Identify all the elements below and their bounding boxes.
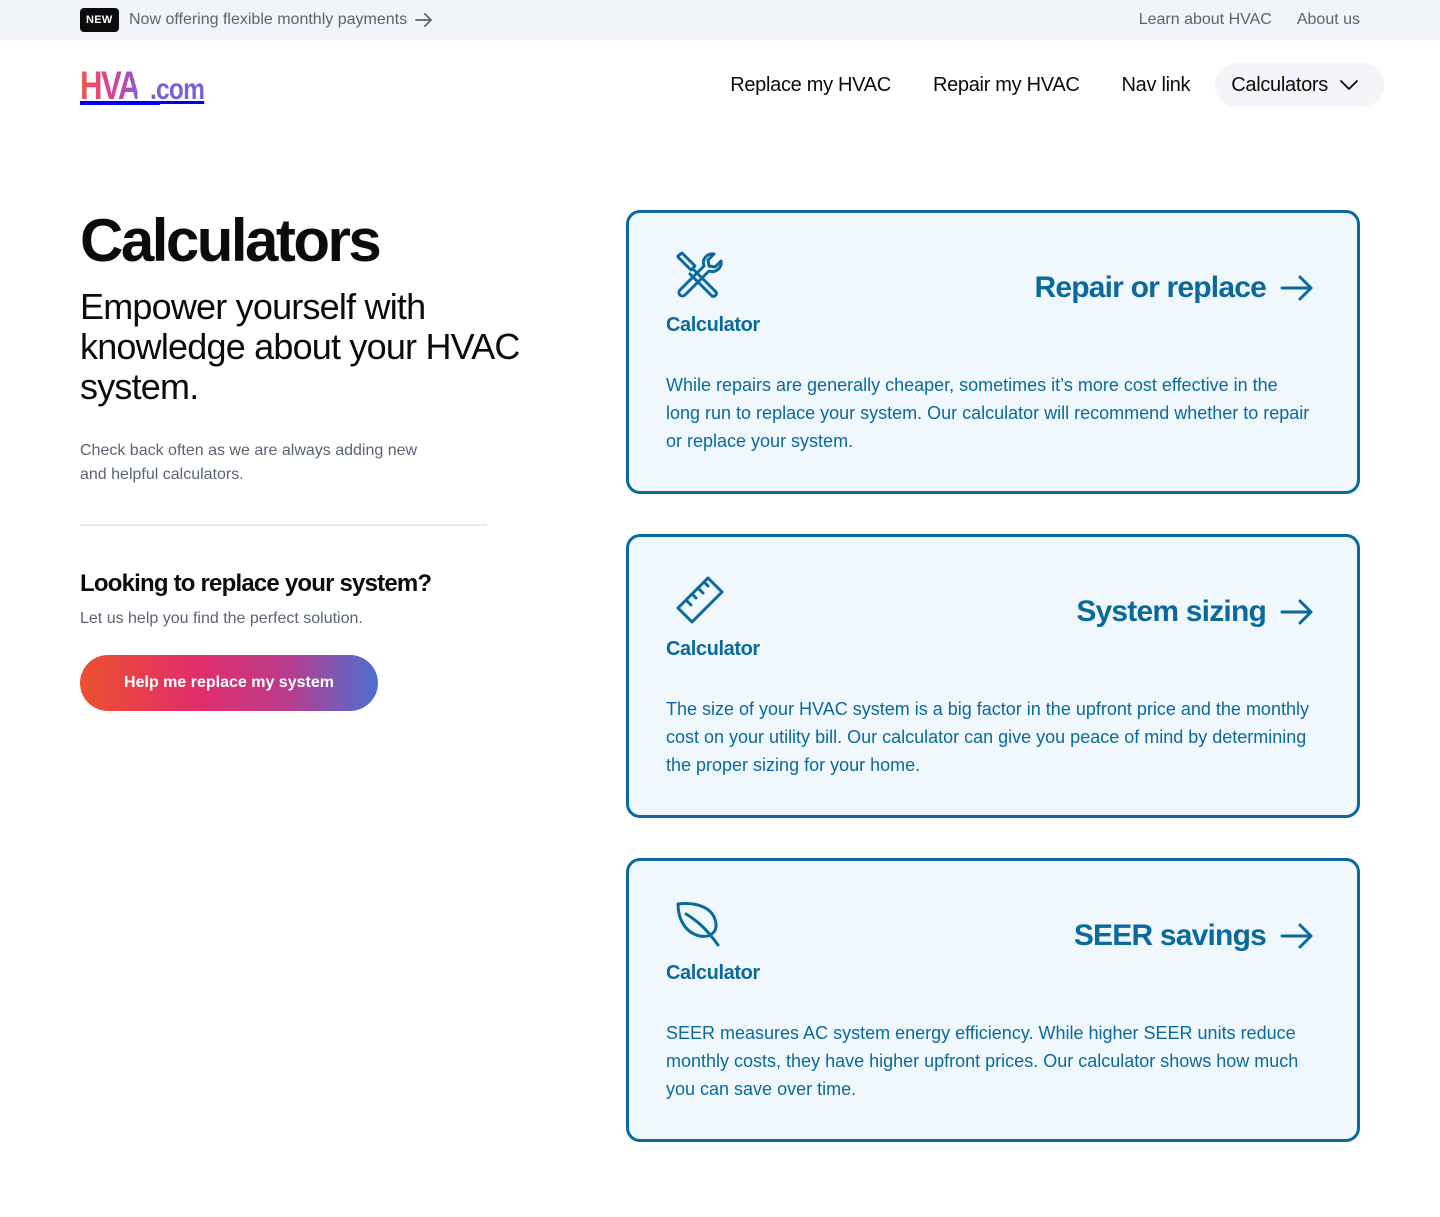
arrow-right-icon [1280,275,1313,301]
chevron-down-icon [1340,80,1358,90]
page-note: Check back often as we are always adding… [80,442,418,483]
arrow-right-icon [1280,923,1313,949]
nav-replace-my-hvac[interactable]: Replace my HVAC [709,63,912,107]
main-nav: Replace my HVAC Repair my HVAC Nav link … [709,63,1384,107]
card-title-row: Repair or replace [1034,271,1314,305]
logo-brand: HVAC [80,64,161,108]
site-logo[interactable]: HVAC .com [80,64,216,108]
card-title: SEER savings [1073,919,1267,952]
card-description: While repairs are generally cheaper, som… [666,375,1310,451]
card-title: Repair or replace [1034,271,1266,304]
page-subtitle: Empower yourself with knowledge about yo… [80,286,520,407]
page-title: Calculators [80,207,382,274]
announcement-bar: NEW Now offering flexible monthly paymen… [0,0,1440,40]
leaf-icon [676,902,720,947]
calculators-dropdown[interactable]: Calculators [1215,63,1384,107]
card-repair-or-replace[interactable]: Calculator Repair or replace While repai… [626,210,1360,494]
about-us-link[interactable]: About us [1297,11,1360,29]
arrow-right-icon [415,13,432,27]
section-divider [80,524,487,526]
new-badge: NEW [80,8,119,32]
arrow-right-icon [1280,599,1313,625]
help-replace-button[interactable]: Help me replace my system [80,655,378,711]
replace-heading: Looking to replace your system? [80,570,432,597]
card-title-row: SEER savings [1074,919,1314,953]
replace-subheading: Let us help you find the perfect solutio… [80,610,363,627]
utility-links: Learn about HVAC About us [1139,8,1360,32]
logo-tld: .com [150,73,205,106]
announcement-text: Now offering flexible monthly payments [129,11,408,28]
nav-link[interactable]: Nav link [1101,63,1212,107]
calculators-dropdown-label: Calculators [1231,73,1328,96]
nav-repair-my-hvac[interactable]: Repair my HVAC [912,63,1101,107]
card-kind: Calculator [666,638,760,660]
card-description: SEER measures AC system energy efficienc… [666,1023,1299,1099]
card-system-sizing[interactable]: Calculator System sizing The size of you… [626,534,1360,818]
card-kind: Calculator [666,962,760,984]
card-title: System sizing [1076,595,1266,628]
card-title-row: System sizing [1076,595,1314,629]
tools-icon [676,251,723,298]
ruler-icon [676,576,724,624]
card-description: The size of your HVAC system is a big fa… [666,699,1309,775]
learn-about-hvac-link[interactable]: Learn about HVAC [1139,11,1272,29]
card-seer-savings[interactable]: Calculator SEER savings SEER measures AC… [626,858,1360,1142]
announcement-link[interactable]: Now offering flexible monthly payments [129,8,433,32]
card-kind: Calculator [666,314,760,336]
